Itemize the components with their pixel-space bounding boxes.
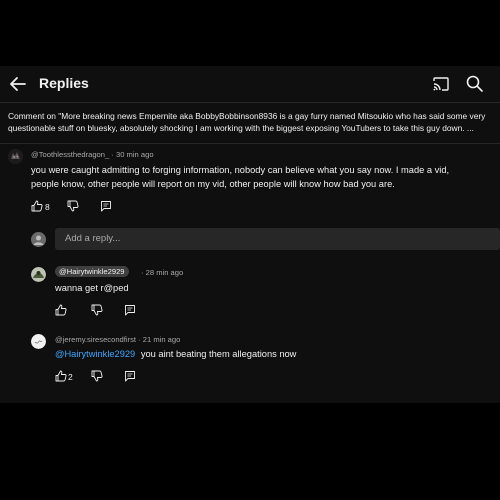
reply-input-placeholder: Add a reply... <box>65 233 121 244</box>
reply-input[interactable]: Add a reply... <box>55 228 500 250</box>
comment-time: · 21 min ago <box>138 335 181 344</box>
thumbs-down-icon[interactable] <box>91 370 103 382</box>
cast-icon[interactable] <box>432 75 450 93</box>
comment-line-2: people know, other people will report on… <box>31 179 395 189</box>
thumbs-up-icon[interactable] <box>31 200 43 212</box>
context-line-1: Comment on "More breaking news Empernite… <box>8 111 486 121</box>
thumbs-up-icon[interactable] <box>55 304 67 316</box>
comment-text: @Hairytwinkle2929 you aint beating them … <box>55 347 296 361</box>
comment-context[interactable]: Comment on "More breaking news Empernite… <box>8 110 496 134</box>
avatar[interactable] <box>31 334 46 349</box>
author-handle[interactable]: @Hairytwinkle2929 <box>55 266 129 277</box>
context-divider <box>0 143 500 144</box>
app-header: Replies <box>0 66 500 102</box>
comment-line-1: you were caught admitting to forging inf… <box>31 165 450 175</box>
thumbs-up-icon[interactable] <box>55 370 67 382</box>
comment-author[interactable]: @jeremy.siresecondfirst · 21 min ago <box>55 335 180 344</box>
like-count: 2 <box>68 372 73 382</box>
like-count: 8 <box>45 202 50 212</box>
author-handle[interactable]: @Toothlessthedragon_ <box>31 150 109 159</box>
mention-link[interactable]: @Hairytwinkle2929 <box>55 349 135 359</box>
page-title: Replies <box>39 75 89 91</box>
replies-screen: Replies Comment on "More breaking news E… <box>0 66 500 403</box>
avatar[interactable] <box>31 267 46 282</box>
reply-icon[interactable] <box>124 304 136 316</box>
search-icon[interactable] <box>465 74 484 93</box>
author-handle[interactable]: @jeremy.siresecondfirst <box>55 335 136 344</box>
comment-text: you were caught admitting to forging inf… <box>31 163 449 191</box>
thumbs-down-icon[interactable] <box>91 304 103 316</box>
comment-author[interactable]: @Toothlessthedragon_ · 30 min ago <box>31 150 154 159</box>
reply-text: you aint beating them allegations now <box>140 349 297 359</box>
header-divider <box>0 102 500 103</box>
reply-icon[interactable] <box>100 200 112 212</box>
context-line-2: questionable stuff on bluesky, absolutel… <box>8 123 474 133</box>
avatar <box>31 232 46 247</box>
reply-icon[interactable] <box>124 370 136 382</box>
back-arrow-icon[interactable] <box>8 74 28 94</box>
comment-time: · 28 min ago <box>141 268 184 277</box>
comment-time: · 30 min ago <box>111 150 154 159</box>
avatar[interactable] <box>8 149 23 164</box>
comment-text: wanna get r@ped <box>55 283 129 293</box>
thumbs-down-icon[interactable] <box>67 200 79 212</box>
